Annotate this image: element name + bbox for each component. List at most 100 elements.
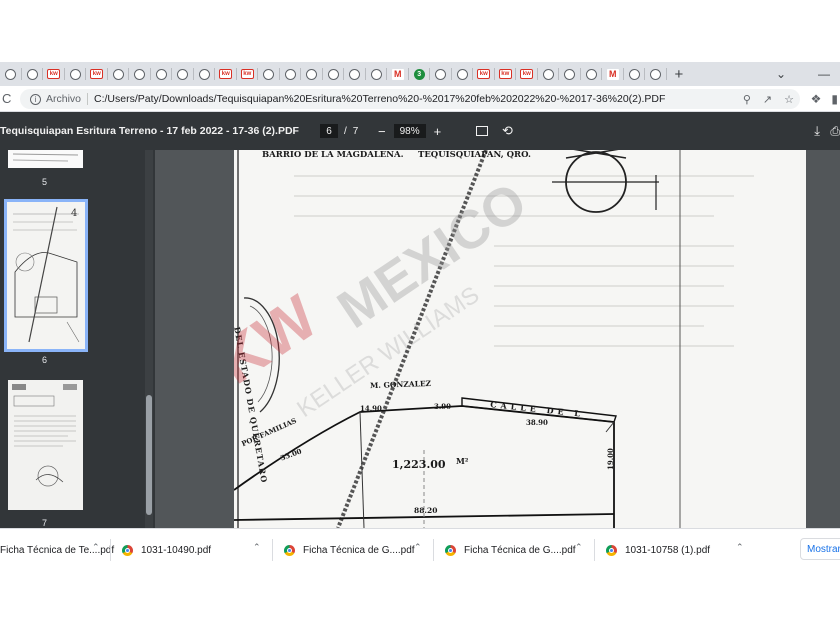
browser-tab[interactable] bbox=[22, 62, 44, 86]
plan-header-left: BARRIO DE LA MAGDALENA. bbox=[262, 150, 404, 160]
browser-tab[interactable] bbox=[452, 62, 474, 86]
globe-favicon-icon bbox=[26, 68, 38, 80]
globe-favicon-icon bbox=[564, 68, 576, 80]
browser-tab[interactable]: kw bbox=[86, 62, 108, 86]
browser-tab[interactable] bbox=[624, 62, 646, 86]
new-tab-button[interactable]: + bbox=[675, 66, 684, 83]
browser-tab[interactable] bbox=[280, 62, 302, 86]
globe-favicon-icon bbox=[585, 68, 597, 80]
browser-tab[interactable] bbox=[323, 62, 345, 86]
browser-tab[interactable] bbox=[65, 62, 87, 86]
globe-favicon-icon bbox=[456, 68, 468, 80]
extensions-puzzle-icon[interactable]: ❖ bbox=[811, 92, 822, 106]
browser-tab[interactable] bbox=[151, 62, 173, 86]
dimension-38-90: 38.90 bbox=[526, 418, 548, 427]
thumbnail-label-5: 5 bbox=[42, 177, 48, 187]
browser-tab[interactable] bbox=[366, 62, 388, 86]
zoom-in-button[interactable]: + bbox=[434, 124, 442, 139]
globe-favicon-icon bbox=[177, 68, 189, 80]
thumbnail-label-6: 6 bbox=[42, 355, 48, 365]
globe-favicon-icon bbox=[542, 68, 554, 80]
fit-page-icon[interactable] bbox=[476, 126, 488, 136]
browser-tab[interactable]: kw bbox=[495, 62, 517, 86]
globe-favicon-icon bbox=[435, 68, 447, 80]
survey-plan-drawing bbox=[234, 150, 806, 528]
browser-tab[interactable]: kw bbox=[237, 62, 259, 86]
address-bar: C i Archivo C:/Users/Paty/Downloads/Tequ… bbox=[0, 86, 840, 112]
zoom-controls: − 98% + bbox=[378, 124, 441, 139]
globe-favicon-icon bbox=[306, 68, 318, 80]
url-text[interactable]: C:/Users/Paty/Downloads/Tequisquiapan%20… bbox=[94, 93, 665, 105]
browser-tab[interactable]: M bbox=[602, 62, 624, 86]
browser-window: kw kw kw kw M 3 kw kw kw M + ⌄ — C i Archivo C:/Us… bbox=[0, 62, 840, 570]
browser-tab[interactable] bbox=[172, 62, 194, 86]
thumbnail-page-6[interactable]: 4 bbox=[4, 199, 88, 352]
minimize-icon[interactable]: — bbox=[818, 62, 830, 86]
parcel-area-unit: M² bbox=[456, 456, 469, 466]
show-all-downloads-button[interactable]: Mostrar todo bbox=[800, 538, 840, 560]
browser-tab[interactable] bbox=[645, 62, 667, 86]
thumbnail-page-7[interactable] bbox=[8, 380, 83, 510]
download-menu-caret-icon[interactable]: ⌃ bbox=[575, 542, 583, 553]
browser-tab[interactable] bbox=[430, 62, 452, 86]
globe-favicon-icon bbox=[284, 68, 296, 80]
browser-tab[interactable] bbox=[301, 62, 323, 86]
browser-tab[interactable] bbox=[559, 62, 581, 86]
document-title: Tequisquiapan Esritura Terreno - 17 feb … bbox=[0, 125, 299, 137]
kw-favicon-icon: kw bbox=[520, 69, 534, 79]
globe-favicon-icon bbox=[263, 68, 275, 80]
browser-tab[interactable]: kw bbox=[215, 62, 237, 86]
globe-favicon-icon bbox=[198, 68, 210, 80]
side-panel-icon[interactable]: ▮ bbox=[831, 92, 838, 106]
download-item-2[interactable]: 1031-10490.pdf bbox=[122, 529, 211, 570]
download-menu-caret-icon[interactable]: ⌃ bbox=[92, 542, 100, 553]
browser-tab[interactable]: kw bbox=[473, 62, 495, 86]
thumbnail-page-5[interactable] bbox=[8, 150, 83, 168]
page-separator: / bbox=[344, 125, 347, 137]
browser-tab[interactable]: kw bbox=[43, 62, 65, 86]
thumbnail-sidebar: 5 4 6 7 bbox=[0, 150, 155, 528]
download-icon[interactable]: ⤓ bbox=[814, 123, 820, 139]
download-item-5[interactable]: 1031-10758 (1).pdf bbox=[606, 529, 710, 570]
omnibox[interactable]: i Archivo C:/Users/Paty/Downloads/Tequis… bbox=[20, 89, 800, 109]
browser-tab[interactable] bbox=[108, 62, 130, 86]
download-menu-caret-icon[interactable]: ⌃ bbox=[253, 542, 261, 553]
tab-search-icon[interactable]: ⌄ bbox=[776, 62, 786, 86]
globe-favicon-icon bbox=[370, 68, 382, 80]
rotate-icon[interactable]: ⟲ bbox=[502, 123, 513, 139]
pdf-page: DEL ESTADO DE QUERETARO BARRIO DE LA MAG… bbox=[234, 150, 806, 528]
browser-tab[interactable] bbox=[581, 62, 603, 86]
sidebar-scrollbar-thumb[interactable] bbox=[146, 395, 152, 515]
download-menu-caret-icon[interactable]: ⌃ bbox=[736, 542, 744, 553]
reload-icon[interactable]: C bbox=[2, 91, 11, 106]
download-menu-caret-icon[interactable]: ⌃ bbox=[414, 542, 422, 553]
download-name: 1031-10758 (1).pdf bbox=[625, 544, 711, 556]
browser-tab[interactable] bbox=[538, 62, 560, 86]
dimension-19-00: 19.00 bbox=[606, 448, 615, 470]
globe-favicon-icon bbox=[69, 68, 81, 80]
chrome-file-icon bbox=[445, 544, 456, 556]
kw-favicon-icon: kw bbox=[90, 69, 104, 79]
browser-tab[interactable]: M bbox=[387, 62, 409, 86]
info-icon[interactable]: i bbox=[30, 93, 41, 105]
browser-tab[interactable] bbox=[194, 62, 216, 86]
tab-strip: kw kw kw kw M 3 kw kw kw M + bbox=[0, 62, 840, 86]
download-item-4[interactable]: Ficha Técnica de G....pdf bbox=[445, 529, 576, 570]
browser-tab[interactable] bbox=[258, 62, 280, 86]
zoom-out-button[interactable]: − bbox=[378, 124, 386, 139]
browser-tab[interactable] bbox=[0, 62, 22, 86]
browser-tab[interactable]: 3 bbox=[409, 62, 431, 86]
bookmark-star-icon[interactable]: ☆ bbox=[784, 93, 794, 106]
zoom-level-input[interactable]: 98% bbox=[393, 124, 426, 138]
share-icon[interactable]: ↗ bbox=[763, 93, 772, 106]
total-pages: 7 bbox=[352, 125, 359, 137]
sidebar-scrollbar[interactable] bbox=[145, 150, 153, 528]
download-item-3[interactable]: Ficha Técnica de G....pdf bbox=[284, 529, 415, 570]
browser-tab[interactable] bbox=[129, 62, 151, 86]
current-page-input[interactable]: 6 bbox=[320, 124, 338, 138]
zoom-lens-icon[interactable]: ⚲ bbox=[743, 93, 751, 106]
print-icon[interactable]: ⎙ bbox=[830, 124, 840, 139]
browser-tab[interactable] bbox=[344, 62, 366, 86]
dimension-3-90: 3.90 bbox=[434, 402, 452, 411]
browser-tab[interactable]: kw bbox=[516, 62, 538, 86]
